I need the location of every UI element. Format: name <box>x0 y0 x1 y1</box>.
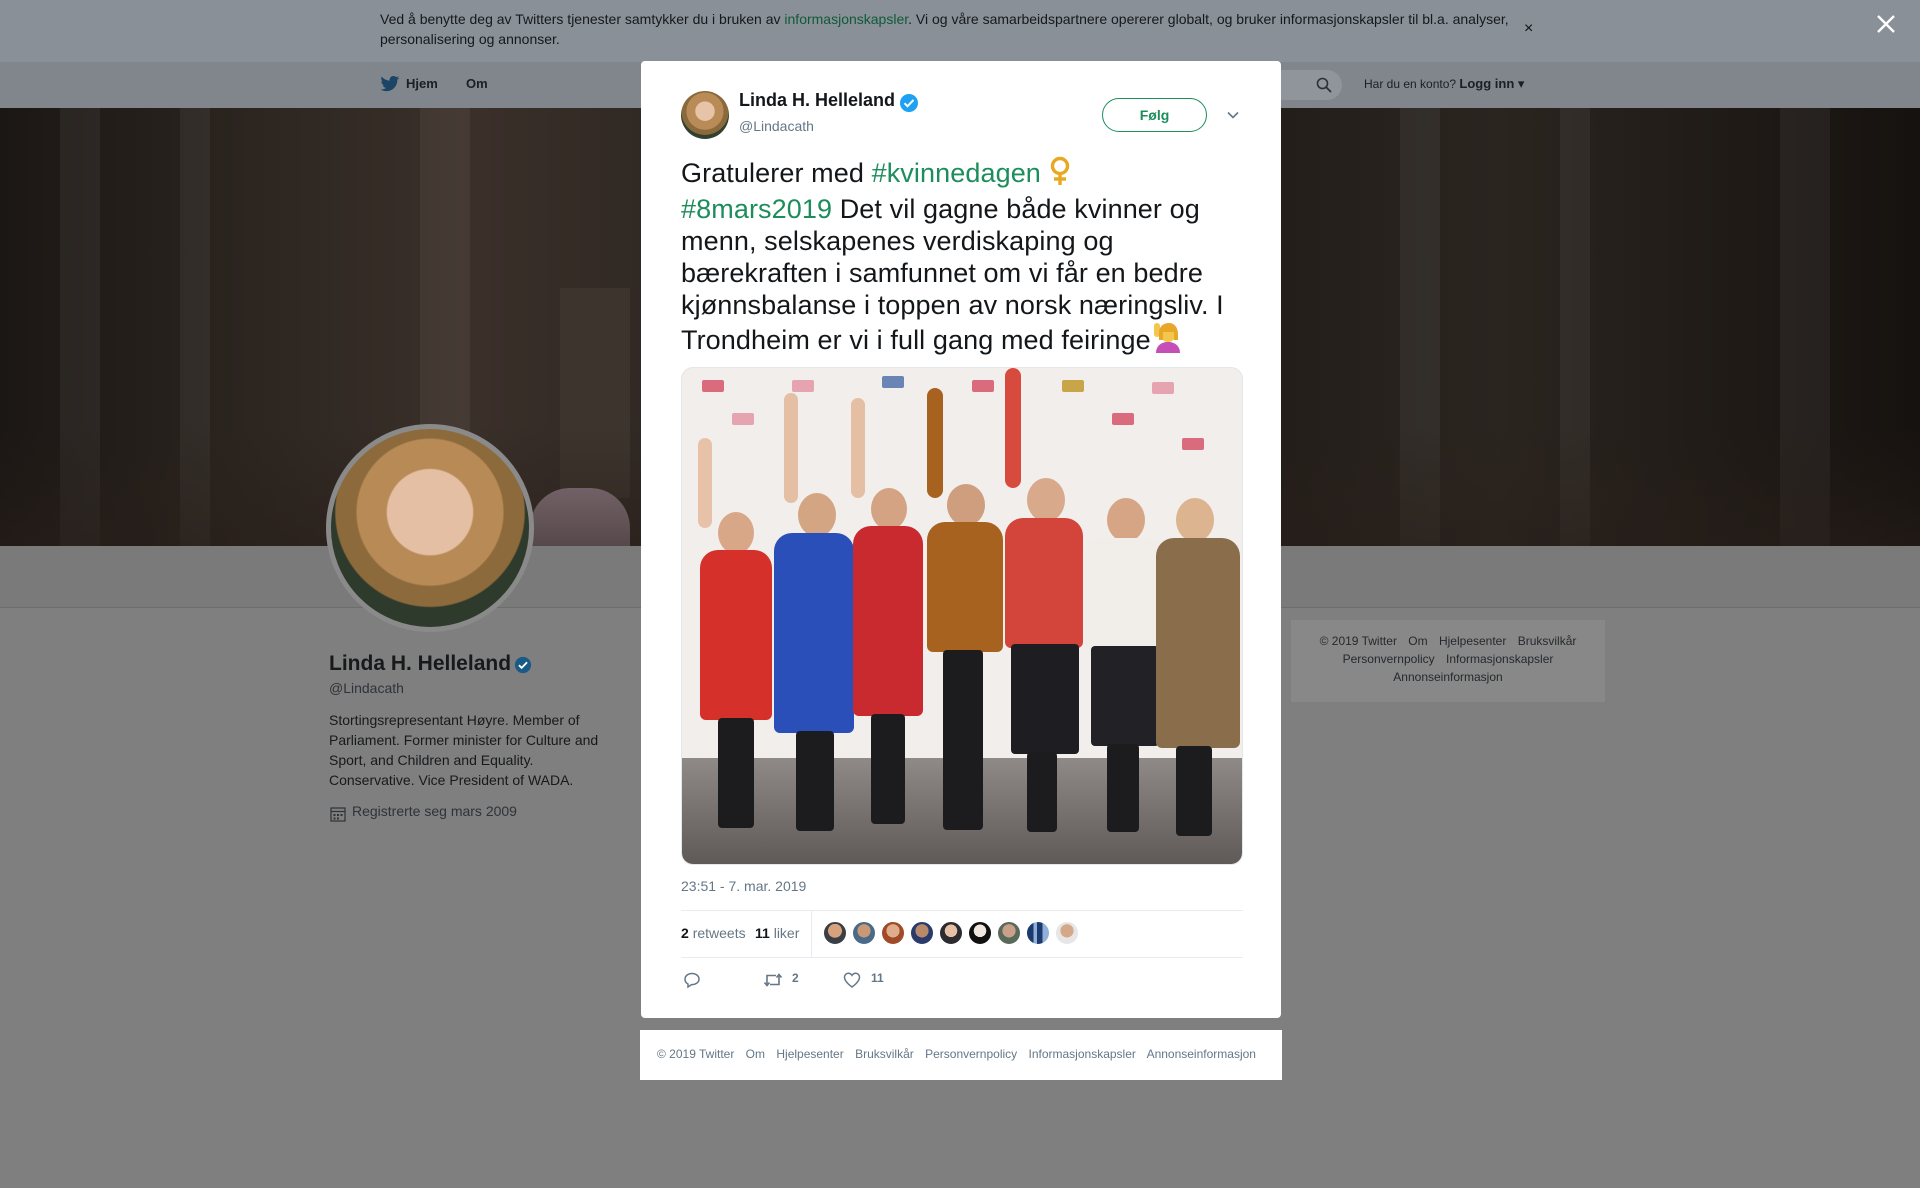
photo-person <box>847 398 927 848</box>
footer-link-privacy[interactable]: Personvernpolicy <box>925 1047 1017 1061</box>
tweet-author-name[interactable]: Linda H. Helleland <box>739 90 895 111</box>
female-sign-emoji <box>1049 156 1071 193</box>
backdrop-logo <box>882 376 904 388</box>
profile-name[interactable]: Linda H. Helleland <box>329 652 511 676</box>
like-stat[interactable]: 11 liker <box>755 925 799 941</box>
photo-person <box>997 368 1087 848</box>
footer-link-copyright[interactable]: © 2019 Twitter <box>1320 634 1397 648</box>
profile-handle[interactable]: @Lindacath <box>329 680 404 696</box>
liker-avatar[interactable] <box>823 921 847 945</box>
retweet-stat[interactable]: 2 retweets <box>681 925 746 941</box>
tweet-timestamp[interactable]: 23:51 - 7. mar. 2019 <box>681 878 806 894</box>
liker-avatar[interactable] <box>852 921 876 945</box>
follow-button[interactable]: Følg <box>1102 98 1207 132</box>
profile-joined-date: Registrerte seg mars 2009 <box>352 803 517 819</box>
chevron-down-icon[interactable] <box>1225 107 1241 123</box>
footer-link-ads-info[interactable]: Annonseinformasjon <box>1147 1047 1256 1061</box>
backdrop-logo <box>792 380 814 392</box>
footer-link-help[interactable]: Hjelpesenter <box>1439 634 1506 648</box>
footer-link-cookies[interactable]: Informasjonskapsler <box>1446 652 1553 666</box>
heart-icon[interactable] <box>843 971 861 989</box>
photo-person <box>917 388 1007 848</box>
side-footer-links: © 2019 Twitter Om Hjelpesenter Bruksvilk… <box>1311 632 1585 686</box>
liker-avatar[interactable] <box>1055 921 1079 945</box>
backdrop-logo <box>1112 413 1134 425</box>
cookie-text: Ved å benytte deg av Twitters tjenester … <box>380 11 1509 47</box>
hashtag-link[interactable]: #8mars2019 <box>681 194 832 224</box>
liker-avatar[interactable] <box>1026 921 1050 945</box>
like-count: 11 <box>871 971 884 985</box>
search-icon[interactable] <box>1316 77 1332 93</box>
footer-link-terms[interactable]: Bruksvilkår <box>1518 634 1577 648</box>
liker-avatar[interactable] <box>939 921 963 945</box>
footer-link-ads-info[interactable]: Annonseinformasjon <box>1393 670 1502 684</box>
liker-avatar[interactable] <box>881 921 905 945</box>
close-icon[interactable] <box>1874 12 1898 36</box>
nav-about-link[interactable]: Om <box>466 76 488 91</box>
photo-person <box>1152 438 1242 848</box>
backdrop-logo <box>1152 382 1174 394</box>
verified-badge-icon <box>900 94 918 112</box>
profile-bio: Stortingsrepresentant Høyre. Member of P… <box>329 712 599 788</box>
twitter-bird-icon[interactable] <box>380 75 400 93</box>
footer-link-about[interactable]: Om <box>746 1047 765 1061</box>
footer-link-help[interactable]: Hjelpesenter <box>776 1047 843 1061</box>
chevron-down-icon[interactable]: ▾ <box>1514 76 1525 91</box>
photo-person <box>692 428 772 848</box>
reply-icon[interactable] <box>683 971 701 989</box>
stats-divider <box>811 911 812 957</box>
cookie-close-button[interactable]: × <box>1524 20 1533 38</box>
footer-link-terms[interactable]: Bruksvilkår <box>855 1047 914 1061</box>
liker-avatar[interactable] <box>968 921 992 945</box>
modal-footer-links: © 2019 Twitter Om Hjelpesenter Bruksvilk… <box>657 1047 1264 1061</box>
tweet-stats: 2 retweets 11 liker <box>681 910 1243 958</box>
retweet-count: 2 <box>792 971 799 985</box>
footer-link-about[interactable]: Om <box>1408 634 1427 648</box>
login-link[interactable]: Logg inn <box>1459 76 1514 91</box>
tweet-author-handle[interactable]: @Lindacath <box>739 118 814 134</box>
footer-link-privacy[interactable]: Personvernpolicy <box>1343 652 1435 666</box>
footer-link-cookies[interactable]: Informasjonskapsler <box>1029 1047 1136 1061</box>
side-footer: © 2019 Twitter Om Hjelpesenter Bruksvilk… <box>1291 620 1605 702</box>
hashtag-link[interactable]: #kvinnedagen <box>872 158 1041 188</box>
photo-person <box>764 393 854 848</box>
liker-avatar[interactable] <box>997 921 1021 945</box>
backdrop-logo <box>732 413 754 425</box>
cookie-banner: Ved å benytte deg av Twitters tjenester … <box>0 0 1920 62</box>
calendar-icon <box>330 807 346 822</box>
cookie-link[interactable]: informasjonskapsler <box>784 11 908 27</box>
person-raising-hand-emoji <box>1151 321 1181 360</box>
tweet-author-avatar[interactable] <box>681 91 729 139</box>
retweet-icon[interactable] <box>763 971 783 989</box>
tweet-modal: Linda H. Helleland @Lindacath Følg Gratu… <box>641 61 1281 1018</box>
backdrop-logo <box>702 380 724 392</box>
modal-footer: © 2019 Twitter Om Hjelpesenter Bruksvilk… <box>640 1030 1282 1080</box>
profile-avatar[interactable] <box>326 424 534 632</box>
verified-badge-icon <box>514 656 532 674</box>
nav-home-link[interactable]: Hjem <box>406 76 438 91</box>
tweet-text: Gratulerer med #kvinnedagen #8mars2019 D… <box>681 156 1246 360</box>
footer-link-copyright[interactable]: © 2019 Twitter <box>657 1047 734 1061</box>
liker-avatar[interactable] <box>910 921 934 945</box>
tweet-photo[interactable] <box>681 367 1243 865</box>
account-prompt: Har du en konto? Logg inn ▾ <box>1364 76 1525 91</box>
